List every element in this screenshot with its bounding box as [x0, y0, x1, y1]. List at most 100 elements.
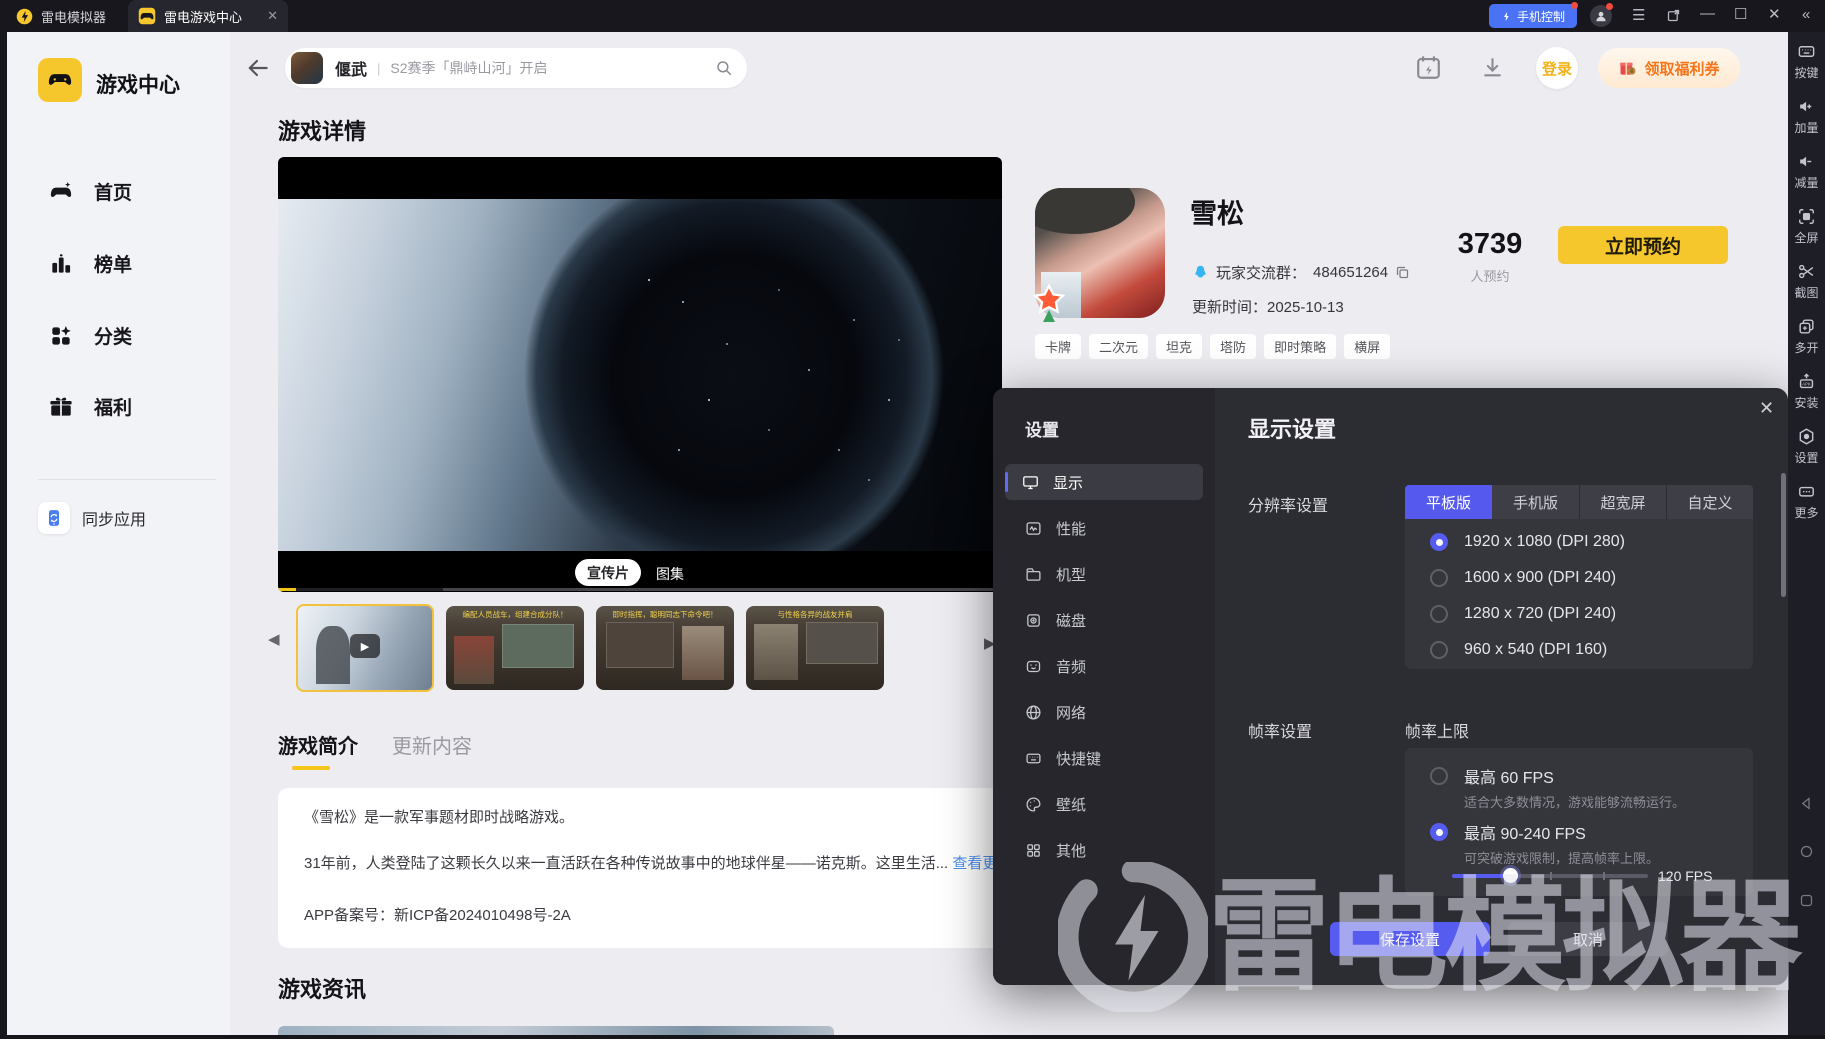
search-icon[interactable] — [715, 59, 733, 77]
search-bar[interactable]: 偃武 | S2赛季「鼎峙山河」开启 — [285, 48, 747, 88]
tool-keymapping[interactable]: 按键 — [1788, 42, 1825, 81]
tab-game-center-label: 雷电游戏中心 — [164, 7, 242, 26]
download-manager-icon[interactable] — [1480, 55, 1505, 80]
sidebar-item-welfare[interactable]: 福利 — [48, 393, 132, 420]
window-left-edge — [0, 32, 7, 1039]
video-tab-trailer[interactable]: 宣传片 — [575, 559, 641, 586]
tag[interactable]: 横屏 — [1344, 334, 1390, 359]
tab-close-icon[interactable]: ✕ — [267, 8, 278, 24]
settings-menu-other[interactable]: 其他 — [1005, 832, 1203, 868]
res-tab-phone[interactable]: 手机版 — [1492, 485, 1579, 519]
tab-update-content[interactable]: 更新内容 — [392, 730, 472, 759]
tool-settings[interactable]: 设置 — [1788, 427, 1825, 466]
tool-more[interactable]: 更多 — [1788, 482, 1825, 521]
res-tab-label: 平板版 — [1426, 492, 1471, 513]
save-settings-button[interactable]: 保存设置 — [1330, 922, 1490, 956]
video-progress-track[interactable] — [443, 588, 1002, 591]
video-progress-buffer[interactable] — [296, 588, 443, 591]
cancel-button[interactable]: 取消 — [1508, 922, 1668, 956]
resolution-option-1[interactable]: 1920 x 1080 (DPI 280) — [1430, 533, 1625, 551]
tool-volume-up[interactable]: 加量 — [1788, 97, 1825, 136]
settings-menu-hotkeys[interactable]: 快捷键 — [1005, 740, 1203, 776]
see-more-link[interactable]: 查看更 — [952, 855, 994, 872]
minimize-icon[interactable]: — — [1700, 6, 1715, 22]
tool-install-apk[interactable]: APK 安装 — [1788, 372, 1825, 411]
settings-menu-display[interactable]: 显示 — [1005, 464, 1203, 500]
tool-label: 多开 — [1794, 339, 1818, 356]
radio-selected[interactable] — [1430, 533, 1448, 551]
res-tab-label: 超宽屏 — [1600, 492, 1645, 513]
tab-emulator-label: 雷电模拟器 — [41, 7, 106, 26]
topmost-icon[interactable] — [1666, 8, 1681, 23]
tab-game-center[interactable]: 雷电游戏中心 ✕ — [128, 0, 288, 32]
coupon-button[interactable]: 领取福利券 — [1598, 48, 1740, 88]
tag[interactable]: 二次元 — [1089, 334, 1148, 359]
settings-menu-performance[interactable]: 性能 — [1005, 510, 1203, 546]
menu-icon[interactable]: ☰ — [1632, 8, 1645, 24]
video-tab-gallery[interactable]: 图集 — [656, 564, 684, 584]
fps-option-240[interactable]: 最高 90-240 FPS — [1430, 820, 1586, 844]
settings-menu-audio[interactable]: 音频 — [1005, 648, 1203, 684]
screenshot-thumbnail-1[interactable]: 编配人员战车，组建合成分队！ — [446, 606, 584, 690]
radio-selected[interactable] — [1430, 823, 1448, 841]
tag[interactable]: 即时策略 — [1264, 334, 1336, 359]
maximize-icon[interactable]: ☐ — [1734, 7, 1747, 23]
sidebar-item-ranking[interactable]: 榜单 — [48, 250, 132, 277]
booking-calendar-icon[interactable] — [1414, 53, 1443, 82]
tag[interactable]: 卡牌 — [1035, 334, 1081, 359]
radio-unselected[interactable] — [1430, 641, 1448, 659]
screenshot-thumbnail-3[interactable]: 与性格各异的战友并肩 — [746, 606, 884, 690]
resolution-option-4[interactable]: 960 x 540 (DPI 160) — [1430, 641, 1607, 659]
resolution-option-3[interactable]: 1280 x 720 (DPI 240) — [1430, 605, 1616, 623]
radio-unselected[interactable] — [1430, 605, 1448, 623]
settings-menu-network[interactable]: 网络 — [1005, 694, 1203, 730]
tool-volume-down[interactable]: 减量 — [1788, 152, 1825, 191]
dialog-close-icon[interactable]: ✕ — [1759, 398, 1774, 419]
res-tab-custom[interactable]: 自定义 — [1666, 485, 1753, 519]
avatar-star-badge — [1029, 282, 1073, 326]
tab-emulator[interactable]: 雷电模拟器 — [16, 0, 106, 32]
copy-icon[interactable] — [1395, 265, 1410, 280]
thumb-detail — [606, 622, 674, 668]
tool-fullscreen[interactable]: 全屏 — [1788, 207, 1825, 246]
phone-control-button[interactable]: 手机控制 — [1489, 4, 1577, 28]
tab-update-content-label: 更新内容 — [392, 736, 472, 758]
settings-title: 设置 — [1025, 416, 1059, 441]
play-icon: ▶ — [350, 634, 380, 658]
login-button[interactable]: 登录 — [1536, 47, 1578, 89]
tool-screenshot[interactable]: 截图 — [1788, 262, 1825, 301]
sidebar-item-home[interactable]: 首页 — [48, 178, 132, 205]
settings-menu-disk[interactable]: 磁盘 — [1005, 602, 1203, 638]
reserve-button[interactable]: 立即预约 — [1558, 226, 1728, 264]
radio-unselected[interactable] — [1430, 767, 1448, 785]
res-tab-ultrawide[interactable]: 超宽屏 — [1579, 485, 1666, 519]
android-recent-icon[interactable] — [1799, 893, 1814, 908]
android-back-icon[interactable] — [1799, 796, 1814, 811]
sidebar-item-categories[interactable]: 分类 — [48, 322, 132, 349]
radio-unselected[interactable] — [1430, 569, 1448, 587]
res-tab-tablet[interactable]: 平板版 — [1405, 485, 1492, 519]
back-arrow-icon[interactable] — [245, 55, 271, 81]
settings-menu-model[interactable]: 机型 — [1005, 556, 1203, 592]
settings-menu-wallpaper[interactable]: 壁纸 — [1005, 786, 1203, 822]
android-home-icon[interactable] — [1799, 844, 1814, 859]
fps-option-60[interactable]: 最高 60 FPS — [1430, 764, 1554, 788]
page-scrollbar-thumb[interactable] — [1781, 473, 1786, 597]
video-progress-played[interactable] — [278, 588, 296, 591]
collapse-toolbar-icon[interactable]: « — [1802, 7, 1810, 23]
fps-slider-thumb[interactable] — [1503, 868, 1518, 883]
screenshot-thumbnail-2[interactable]: 即时指挥，聪明同志下命令吧！ — [596, 606, 734, 690]
video-player[interactable]: 宣传片 图集 — [278, 157, 1002, 592]
news-title: 游戏资讯 — [278, 972, 366, 1004]
thumbs-prev-icon[interactable]: ◀ — [268, 630, 280, 648]
tab-game-intro[interactable]: 游戏简介 — [278, 730, 358, 759]
video-tab-gallery-label: 图集 — [656, 566, 684, 582]
close-window-icon[interactable]: ✕ — [1768, 7, 1781, 23]
tag[interactable]: 塔防 — [1210, 334, 1256, 359]
video-thumbnail-active[interactable]: ▶ — [296, 604, 434, 692]
tool-multi-instance[interactable]: 多开 — [1788, 317, 1825, 356]
resolution-option-2[interactable]: 1600 x 900 (DPI 240) — [1430, 569, 1616, 587]
sidebar-item-sync-apps[interactable]: 同步应用 — [38, 502, 146, 534]
sidebar-item-categories-label: 分类 — [94, 322, 132, 349]
tag[interactable]: 坦克 — [1156, 334, 1202, 359]
